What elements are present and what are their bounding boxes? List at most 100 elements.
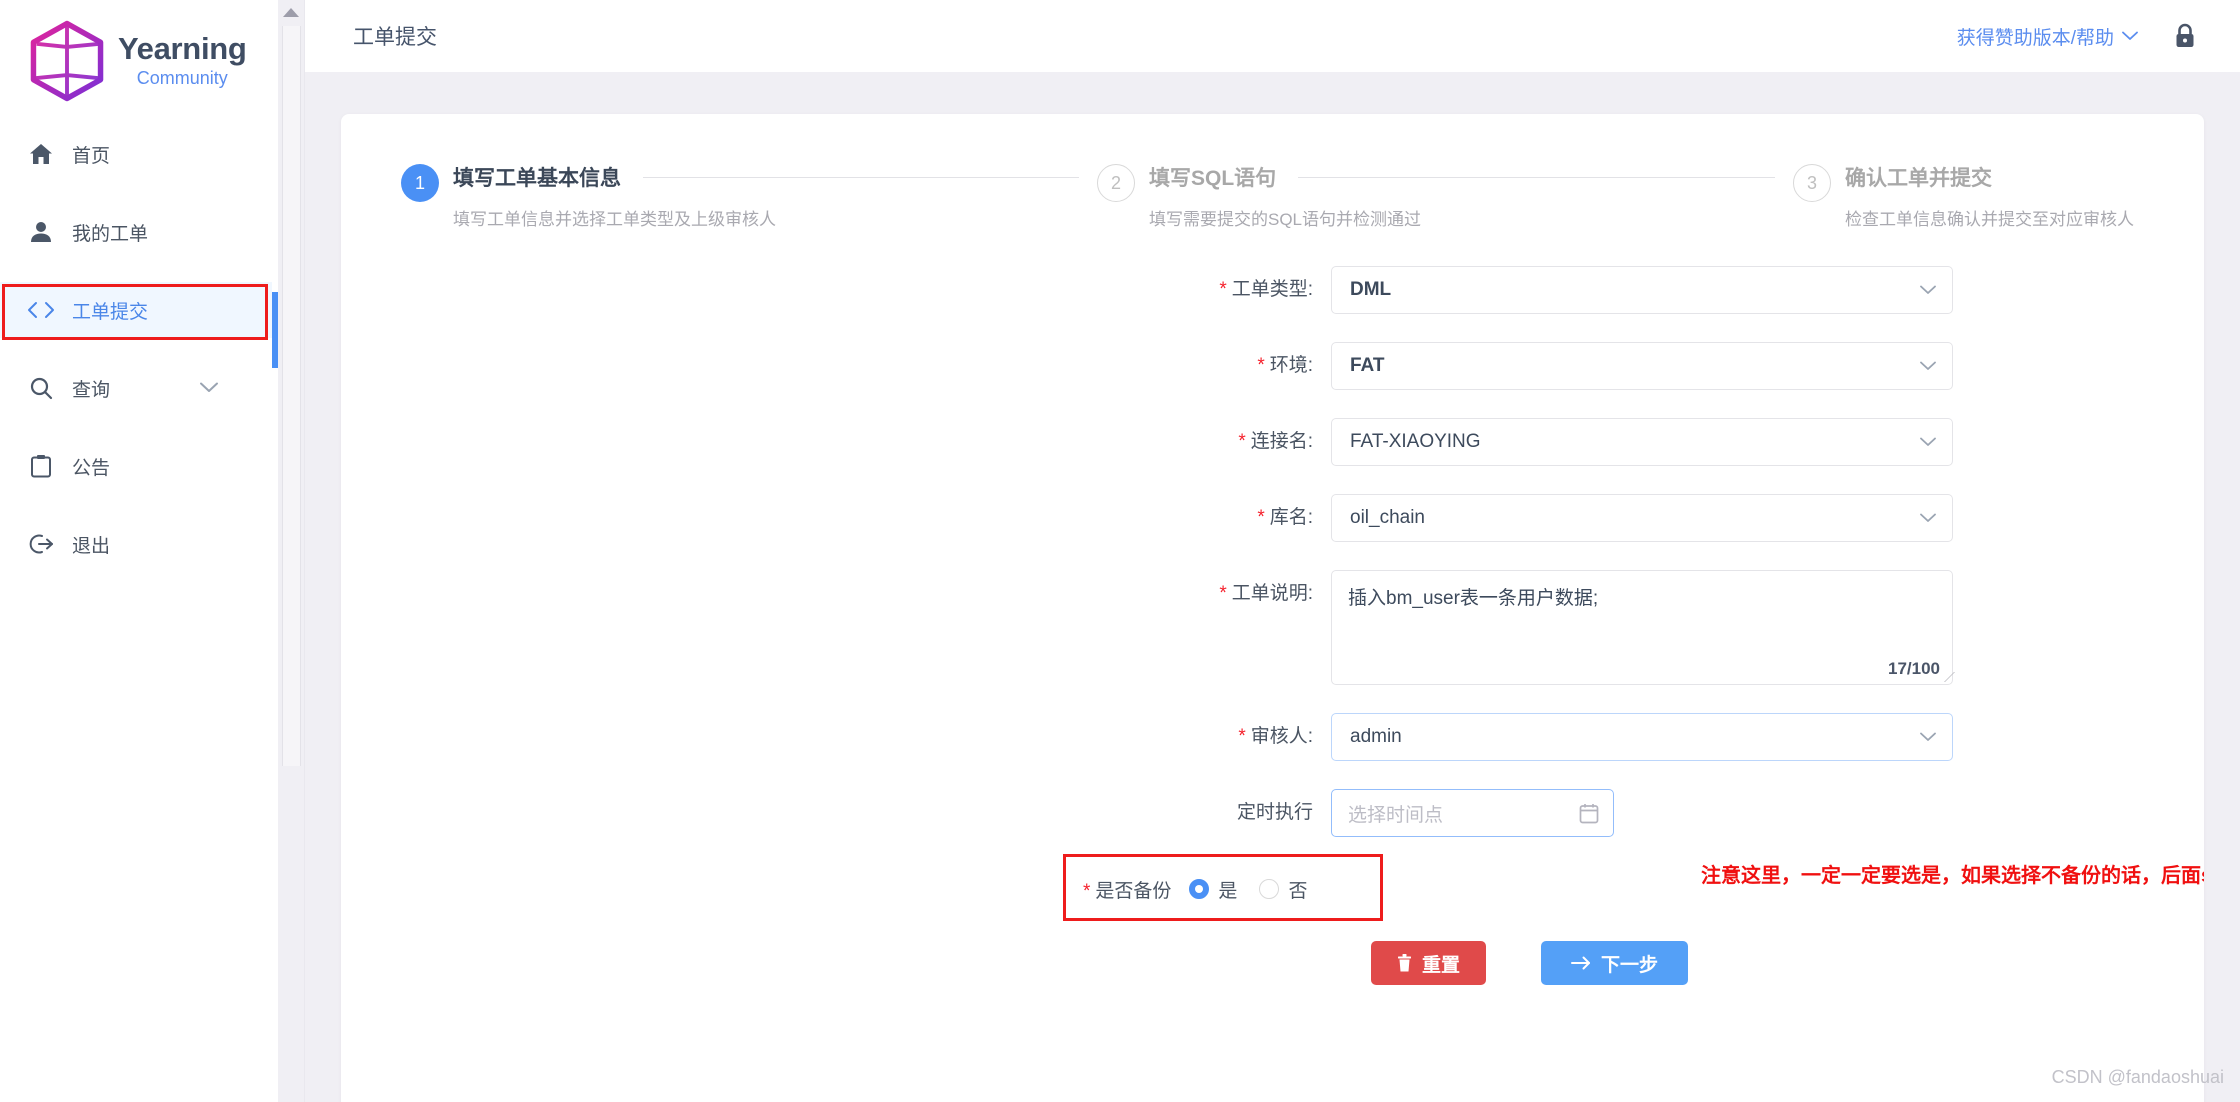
chevron-down-icon[interactable] (200, 377, 218, 399)
arrow-right-icon (1571, 956, 1591, 970)
app-root: Yearning Community 首页 我的工单 工单提交 查询 公告 退出… (0, 0, 2240, 1102)
control-connection: FAT-XIAOYING (1331, 418, 1953, 466)
sidebar-item-label: 首页 (72, 145, 111, 167)
brand: Yearning Community (0, 0, 272, 104)
step-1-body: 填写工单基本信息 填写工单信息并选择工单类型及上级审核人 (453, 162, 1097, 230)
step-3[interactable]: 3 确认工单并提交 检查工单信息确认并提交至对应审核人 (1793, 162, 2134, 230)
page-title: 工单提交 (353, 26, 437, 49)
step-2-number: 2 (1097, 164, 1135, 202)
sidebar-item-submit-order[interactable]: 工单提交 (0, 282, 272, 338)
content-area: 1 填写工单基本信息 填写工单信息并选择工单类型及上级审核人 2 填写SQL语句… (305, 72, 2240, 1102)
sidebar-item-query[interactable]: 查询 (0, 360, 272, 416)
order-type-select[interactable]: DML (1331, 266, 1953, 314)
sidebar-item-home[interactable]: 首页 (0, 126, 272, 182)
database-select[interactable]: oil_chain (1331, 494, 1953, 542)
step-2[interactable]: 2 填写SQL语句 填写需要提交的SQL语句并检测通过 (1097, 162, 1793, 230)
step-2-title: 填写SQL语句 (1149, 167, 1277, 190)
sidebar-item-label: 工单提交 (72, 301, 149, 323)
label-reviewer: * 审核人: (341, 713, 1331, 761)
step-connector-line (643, 176, 1079, 178)
required-asterisk: * (1219, 583, 1227, 604)
sidebar-item-announcement[interactable]: 公告 (0, 438, 272, 494)
schedule-datetime-picker[interactable]: 选择时间点 (1331, 789, 1614, 837)
label-text: 环境: (1269, 355, 1313, 376)
form-actions: 重置 下一步 (341, 941, 2204, 985)
environment-select[interactable]: FAT (1331, 342, 1953, 390)
required-asterisk: * (1257, 355, 1265, 376)
control-schedule: 选择时间点 (1331, 789, 1614, 837)
step-1[interactable]: 1 填写工单基本信息 填写工单信息并选择工单类型及上级审核人 (401, 162, 1097, 230)
connection-value: FAT-XIAOYING (1350, 431, 1481, 452)
sponsor-help-link[interactable]: 获得赞助版本/帮助 (1957, 23, 2138, 50)
chevron-down-icon (1920, 513, 1936, 523)
step-3-title: 确认工单并提交 (1845, 167, 1992, 190)
control-description: 插入bm_user表一条用户数据; 17/100 (1331, 570, 1955, 685)
reset-button-label: 重置 (1422, 954, 1461, 976)
user-icon (26, 219, 56, 245)
step-1-desc: 填写工单信息并选择工单类型及上级审核人 (453, 210, 776, 229)
sidebar-item-label: 退出 (72, 535, 111, 557)
database-value: oil_chain (1350, 507, 1425, 528)
sidebar-item-label: 查询 (72, 379, 111, 401)
field-row-schedule: 定时执行 选择时间点 (341, 789, 2204, 837)
radio-dot-icon (1259, 879, 1280, 899)
home-icon (26, 141, 56, 167)
description-char-counter: 17/100 (1888, 659, 1940, 678)
control-reviewer: admin (1331, 713, 1953, 761)
brand-subtitle: Community (136, 68, 228, 89)
field-row-reviewer: * 审核人: admin (341, 713, 2204, 761)
label-connection: * 连接名: (341, 418, 1331, 466)
label-text: 定时执行 (1236, 802, 1313, 823)
step-3-head: 确认工单并提交 (1845, 162, 2134, 192)
connection-select[interactable]: FAT-XIAOYING (1331, 418, 1953, 466)
hexagon-cube-logo-icon (28, 20, 106, 102)
order-form: * 工单类型: DML * 环境: FAT * 连接名: FAT-XIAOYIN… (341, 266, 2204, 985)
backup-radio-yes[interactable]: 是 (1189, 876, 1237, 903)
sidebar-item-logout[interactable]: 退出 (0, 516, 272, 572)
scrollbar-thumb[interactable] (282, 26, 301, 766)
search-icon (26, 375, 56, 401)
step-3-desc: 检查工单信息确认并提交至对应审核人 (1845, 210, 2134, 229)
step-2-head: 填写SQL语句 (1149, 162, 1793, 192)
step-2-body: 填写SQL语句 填写需要提交的SQL语句并检测通过 (1149, 162, 1793, 230)
page-scrollbar[interactable] (278, 0, 305, 1102)
description-textarea[interactable]: 插入bm_user表一条用户数据; 17/100 (1331, 570, 1955, 685)
trash-icon (1397, 954, 1412, 972)
backup-radio-yes-label: 是 (1218, 880, 1238, 902)
chevron-down-icon (1920, 361, 1936, 371)
backup-radio-no-label: 否 (1288, 880, 1308, 902)
control-database: oil_chain (1331, 494, 1953, 542)
step-2-desc: 填写需要提交的SQL语句并检测通过 (1149, 210, 1422, 229)
backup-radio-group: * 是否备份 是 否 (1083, 865, 1331, 913)
field-row-connection: * 连接名: FAT-XIAOYING (341, 418, 2204, 466)
sidebar-item-label: 我的工单 (72, 223, 149, 245)
label-description: * 工单说明: (341, 570, 1331, 618)
label-text: 连接名: (1250, 431, 1313, 452)
topbar-right: 获得赞助版本/帮助 (1957, 23, 2196, 50)
reviewer-select[interactable]: admin (1331, 713, 1953, 761)
sponsor-help-label: 获得赞助版本/帮助 (1956, 27, 2114, 49)
label-text: 是否备份 (1095, 880, 1172, 902)
next-step-button[interactable]: 下一步 (1541, 941, 1689, 985)
form-card: 1 填写工单基本信息 填写工单信息并选择工单类型及上级审核人 2 填写SQL语句… (341, 114, 2204, 1102)
active-nav-indicator (272, 292, 278, 368)
label-backup: * 是否备份 (1083, 876, 1171, 903)
step-1-head: 填写工单基本信息 (453, 162, 1097, 192)
chevron-down-icon (1920, 437, 1936, 447)
stepper: 1 填写工单基本信息 填写工单信息并选择工单类型及上级审核人 2 填写SQL语句… (341, 162, 2204, 230)
label-database: * 库名: (341, 494, 1331, 542)
step-1-title: 填写工单基本信息 (453, 167, 621, 190)
sidebar-item-label: 公告 (72, 457, 111, 479)
step-1-number: 1 (401, 164, 439, 202)
label-text: 审核人: (1250, 726, 1313, 747)
label-text: 工单类型: (1231, 279, 1313, 300)
reset-button[interactable]: 重置 (1371, 941, 1487, 985)
backup-radio-no[interactable]: 否 (1259, 876, 1307, 903)
scroll-up-arrow-icon[interactable] (283, 8, 299, 17)
environment-value: FAT (1350, 355, 1385, 376)
sidebar-item-my-orders[interactable]: 我的工单 (0, 204, 272, 260)
lock-icon[interactable] (2174, 23, 2196, 49)
order-type-value: DML (1350, 279, 1392, 300)
clipboard-icon (26, 453, 56, 479)
control-environment: FAT (1331, 342, 1953, 390)
